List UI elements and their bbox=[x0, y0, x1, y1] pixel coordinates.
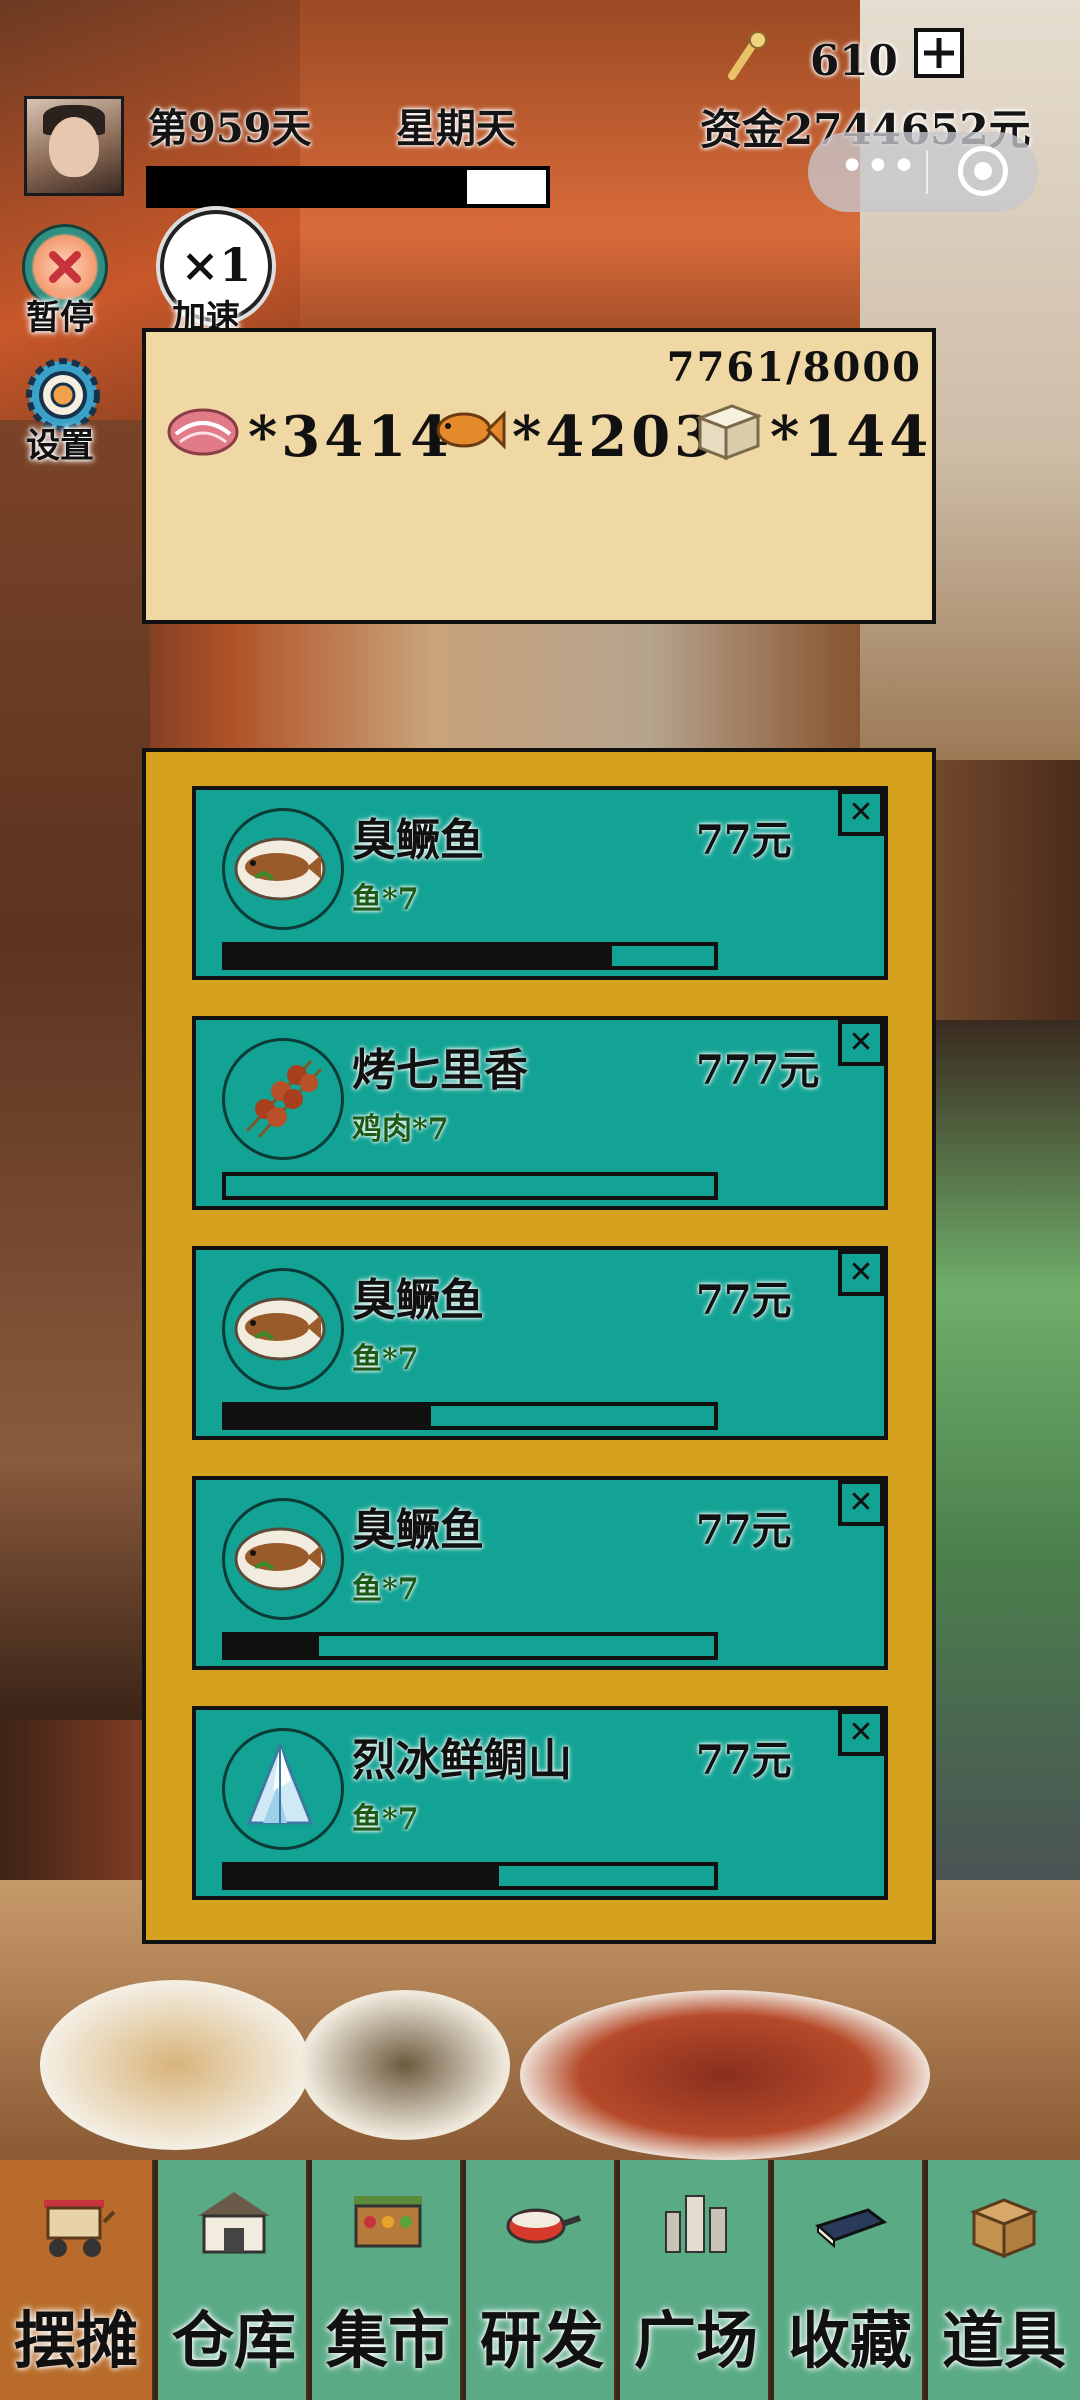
meat-count: *3414 bbox=[248, 404, 454, 470]
order-name: 臭鳜鱼 bbox=[352, 1275, 484, 1326]
order-progress-bar bbox=[222, 1172, 718, 1200]
order-board: 臭鳜鱼 77元 鱼*7 ✕ 烤七里香 777元 鸡肉*7 ✕ 臭鳜鱼 77元 鱼… bbox=[142, 748, 936, 1944]
order-progress-fill bbox=[226, 1636, 319, 1656]
inventory-row: *3414 *4203 *144 bbox=[166, 398, 928, 478]
order-card[interactable]: 臭鳜鱼 77元 鱼*7 ✕ bbox=[192, 786, 888, 980]
bg-bowl-3 bbox=[300, 1990, 510, 2140]
tab-warehouse[interactable]: 仓库 bbox=[154, 2160, 306, 2400]
key-count: 610 bbox=[810, 36, 898, 85]
bottom-tab-bar: 摆摊 仓库 集市 研发 广场 收藏 道具 bbox=[0, 2160, 1080, 2400]
order-progress-bar bbox=[222, 942, 718, 970]
order-price: 77元 bbox=[696, 1737, 792, 1784]
settings-label: 设置 bbox=[26, 426, 94, 466]
order-price: 77元 bbox=[696, 817, 792, 864]
tofu-count: *144 bbox=[770, 404, 933, 470]
day-progress-bar bbox=[146, 166, 550, 208]
order-name: 烈冰鲜鲷山 bbox=[352, 1735, 572, 1786]
meat-icon bbox=[166, 404, 240, 458]
bg-shopper-right bbox=[936, 1020, 1080, 1920]
add-key-button[interactable] bbox=[914, 28, 964, 78]
speed-value: ×1 bbox=[180, 238, 252, 292]
inventory-panel: 7761/8000 *3414 *4203 *144 bbox=[142, 328, 936, 624]
order-card[interactable]: 臭鳜鱼 77元 鱼*7 ✕ bbox=[192, 1246, 888, 1440]
order-price: 77元 bbox=[696, 1277, 792, 1324]
order-requirement: 鱼*7 bbox=[352, 1342, 419, 1377]
order-name: 烤七里香 bbox=[352, 1045, 528, 1096]
order-requirement: 鱼*7 bbox=[352, 882, 419, 917]
skewer-icon bbox=[222, 1038, 344, 1160]
order-progress-bar bbox=[222, 1402, 718, 1430]
bg-bowl-1 bbox=[40, 1980, 310, 2150]
tab-research[interactable]: 研发 bbox=[462, 2160, 614, 2400]
food-cart-icon bbox=[36, 2182, 116, 2262]
plus-icon bbox=[924, 38, 954, 68]
order-card[interactable]: 烈冰鲜鲷山 77元 鱼*7 ✕ bbox=[192, 1706, 888, 1900]
capacity-label: 7761/8000 bbox=[666, 344, 922, 391]
tab-collection[interactable]: 收藏 bbox=[770, 2160, 922, 2400]
pan-icon bbox=[502, 2182, 582, 2262]
tab-stall[interactable]: 摆摊 bbox=[0, 2160, 152, 2400]
close-order-button[interactable]: ✕ bbox=[838, 1020, 884, 1066]
fish-dish-icon bbox=[222, 1498, 344, 1620]
close-miniprogram-icon[interactable] bbox=[958, 146, 1008, 196]
tab-label: 仓库 bbox=[171, 2304, 296, 2377]
tab-label: 收藏 bbox=[787, 2304, 912, 2377]
bg-stall-left bbox=[0, 420, 150, 1720]
miniprogram-capsule: ••• bbox=[808, 132, 1038, 212]
day-counter: 第959天 bbox=[148, 105, 312, 152]
box-icon bbox=[964, 2182, 1044, 2262]
order-requirement: 鸡肉*7 bbox=[352, 1112, 449, 1147]
order-price: 77元 bbox=[696, 1507, 792, 1554]
order-requirement: 鱼*7 bbox=[352, 1802, 419, 1837]
fish-count: *4203 bbox=[512, 404, 718, 470]
order-price: 777元 bbox=[696, 1047, 820, 1094]
fish-dish-icon bbox=[222, 808, 344, 930]
bg-bowl-2 bbox=[520, 1990, 930, 2160]
order-name: 臭鳜鱼 bbox=[352, 815, 484, 866]
close-order-button[interactable]: ✕ bbox=[838, 1250, 884, 1296]
tab-plaza[interactable]: 广场 bbox=[616, 2160, 768, 2400]
day-progress-fill bbox=[150, 170, 467, 204]
tab-label: 研发 bbox=[479, 2304, 604, 2377]
weekday-label: 星期天 bbox=[396, 105, 516, 152]
order-progress-fill bbox=[226, 946, 612, 966]
order-name: 臭鳜鱼 bbox=[352, 1505, 484, 1556]
more-options-icon[interactable]: ••• bbox=[838, 145, 918, 192]
fish-icon bbox=[428, 398, 506, 462]
tab-label: 广场 bbox=[633, 2304, 758, 2377]
market-icon bbox=[348, 2182, 428, 2262]
tab-market[interactable]: 集市 bbox=[308, 2160, 460, 2400]
key-icon bbox=[722, 30, 768, 86]
tab-items[interactable]: 道具 bbox=[924, 2160, 1080, 2400]
book-icon bbox=[810, 2182, 890, 2262]
order-progress-fill bbox=[226, 1866, 500, 1886]
fish-dish-icon bbox=[222, 1268, 344, 1390]
order-progress-bar bbox=[222, 1862, 718, 1890]
tab-label: 集市 bbox=[325, 2304, 450, 2377]
plaza-icon bbox=[656, 2182, 736, 2262]
avatar-face bbox=[49, 117, 99, 177]
order-card[interactable]: 烤七里香 777元 鸡肉*7 ✕ bbox=[192, 1016, 888, 1210]
order-progress-bar bbox=[222, 1632, 718, 1660]
capsule-divider bbox=[926, 150, 928, 194]
bg-roof-center bbox=[300, 0, 860, 330]
warehouse-icon bbox=[194, 2182, 274, 2262]
player-avatar[interactable] bbox=[24, 96, 124, 196]
tofu-icon bbox=[692, 398, 763, 464]
order-card[interactable]: 臭鳜鱼 77元 鱼*7 ✕ bbox=[192, 1476, 888, 1670]
close-order-button[interactable]: ✕ bbox=[838, 790, 884, 836]
tab-label: 摆摊 bbox=[13, 2304, 138, 2377]
order-requirement: 鱼*7 bbox=[352, 1572, 419, 1607]
ice-mountain-icon bbox=[222, 1728, 344, 1850]
pause-label: 暂停 bbox=[26, 298, 94, 338]
order-progress-fill bbox=[226, 1406, 431, 1426]
tab-label: 道具 bbox=[941, 2304, 1066, 2377]
close-order-button[interactable]: ✕ bbox=[838, 1480, 884, 1526]
close-order-button[interactable]: ✕ bbox=[838, 1710, 884, 1756]
